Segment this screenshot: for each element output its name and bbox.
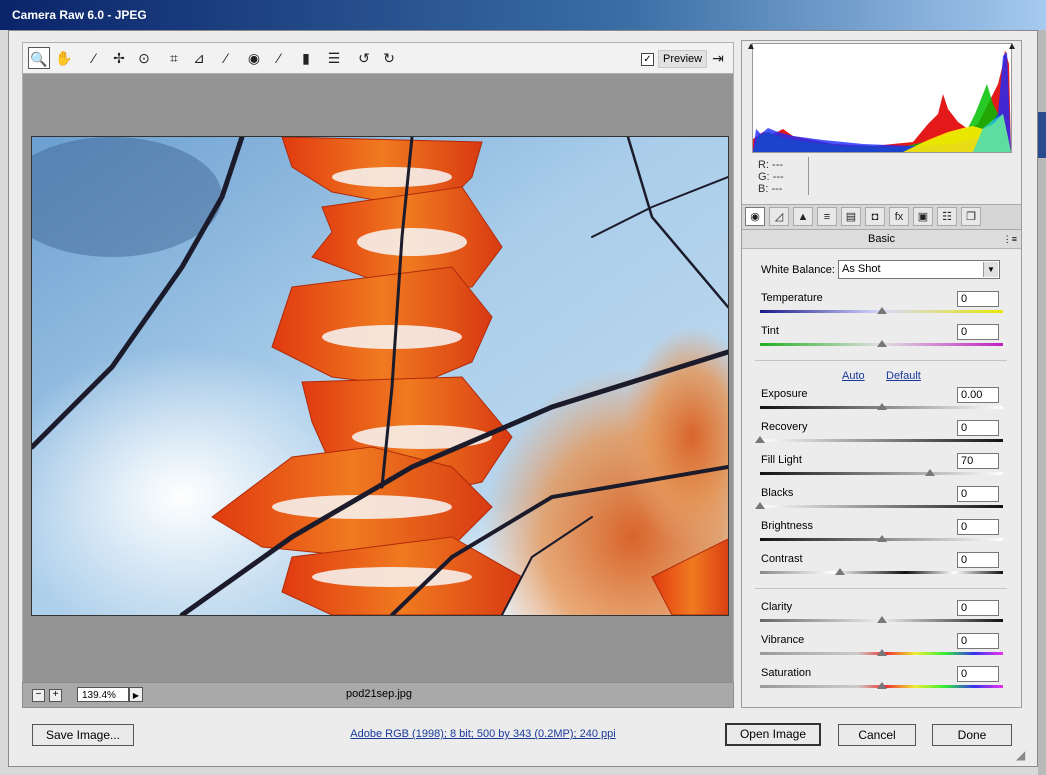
clarity-slider-thumb[interactable] xyxy=(876,616,887,623)
resize-grip-icon[interactable]: ◢ xyxy=(1016,748,1032,764)
targeted-adjustment-tool-icon[interactable]: ⊙ xyxy=(133,47,155,69)
saturation-value-field[interactable]: 0 xyxy=(957,666,999,682)
brightness-slider-thumb[interactable] xyxy=(876,535,887,542)
fill-light-slider[interactable] xyxy=(760,472,1003,475)
lens-corrections-tab-icon[interactable]: ◘ xyxy=(865,207,885,226)
white-balance-label: White Balance: xyxy=(761,264,835,276)
clarity-value-field[interactable]: 0 xyxy=(957,600,999,616)
panel-title-text: Basic xyxy=(868,233,895,245)
preview-label: Preview xyxy=(658,50,708,68)
tint-slider-thumb[interactable] xyxy=(876,340,887,347)
fill-light-label: Fill Light xyxy=(761,454,802,466)
color-sampler-tool-icon[interactable]: ✢ xyxy=(108,47,130,69)
contrast-slider-thumb[interactable] xyxy=(835,568,846,575)
presets-tab-icon[interactable]: ☷ xyxy=(937,207,957,226)
effects-tab-icon[interactable]: fx xyxy=(889,207,909,226)
blacks-slider[interactable] xyxy=(760,505,1003,508)
contrast-label: Contrast xyxy=(761,553,803,565)
save-image-button[interactable]: Save Image... xyxy=(32,724,134,746)
detail-tab-icon[interactable]: ▲ xyxy=(793,207,813,226)
vibrance-value-field[interactable]: 0 xyxy=(957,633,999,649)
window-title: Camera Raw 6.0 - JPEG xyxy=(12,8,147,22)
temperature-slider-thumb[interactable] xyxy=(876,307,887,314)
white-balance-value: As Shot xyxy=(842,263,881,275)
recovery-slider-thumb[interactable] xyxy=(755,436,765,443)
preview-image xyxy=(31,136,729,616)
graduated-filter-icon[interactable]: ▮ xyxy=(295,47,317,69)
tone-curve-tab-icon[interactable]: ◿ xyxy=(769,207,789,226)
temperature-label: Temperature xyxy=(761,292,823,304)
saturation-slider-thumb[interactable] xyxy=(876,682,887,689)
contrast-slider[interactable] xyxy=(760,571,1003,574)
preview-checkbox[interactable]: ✓ xyxy=(641,52,654,66)
camera-calibration-tab-icon[interactable]: ▣ xyxy=(913,207,933,226)
adjustment-brush-icon[interactable]: ⁄ xyxy=(268,47,290,69)
preview-toggle[interactable]: ✓ Preview xyxy=(641,50,708,68)
red-eye-removal-icon[interactable]: ◉ xyxy=(243,47,265,69)
toolbar: 🔍 ✋ ⁄ ✢ ⊙ ⌗ ⊿ ⁄ ◉ ⁄ ▮ ☰ ↺ ↻ ✓ Preview ⇥ xyxy=(22,42,734,74)
file-name: pod21sep.jpg xyxy=(345,688,413,700)
tint-value-field[interactable]: 0 xyxy=(957,324,999,340)
exposure-value-field[interactable]: 0.00 xyxy=(957,387,999,403)
blue-readout: B: --- xyxy=(758,183,783,195)
recovery-label: Recovery xyxy=(761,421,808,433)
image-preview-area[interactable] xyxy=(22,74,734,682)
open-image-button[interactable]: Open Image xyxy=(725,723,821,746)
brightness-value-field[interactable]: 0 xyxy=(957,519,999,535)
workflow-options-link[interactable]: Adobe RGB (1998); 8 bit; 500 by 343 (0.2… xyxy=(300,728,666,740)
green-readout: G: --- xyxy=(758,171,784,183)
panel-title: Basic ⋮≡ xyxy=(742,230,1021,249)
cancel-button[interactable]: Cancel xyxy=(838,724,916,746)
zoom-tool-icon[interactable]: 🔍 xyxy=(28,47,50,69)
split-toning-tab-icon[interactable]: ▤ xyxy=(841,207,861,226)
white-balance-tool-icon[interactable]: ⁄ xyxy=(83,47,105,69)
crop-tool-icon[interactable]: ⌗ xyxy=(163,47,185,69)
vibrance-label: Vibrance xyxy=(761,634,805,646)
red-readout: R: --- xyxy=(758,159,784,171)
recovery-value-field[interactable]: 0 xyxy=(957,420,999,436)
fill-light-value-field[interactable]: 70 xyxy=(957,453,999,469)
temperature-value-field[interactable]: 0 xyxy=(957,291,999,307)
exposure-label: Exposure xyxy=(761,388,808,400)
rgb-readout: R: --- G: --- B: --- xyxy=(758,159,784,195)
blacks-value-field[interactable]: 0 xyxy=(957,486,999,502)
done-button[interactable]: Done xyxy=(932,724,1012,746)
tint-label: Tint xyxy=(761,325,779,337)
hsl-tab-icon[interactable]: ≡ xyxy=(817,207,837,226)
clarity-label: Clarity xyxy=(761,601,793,613)
histogram xyxy=(752,43,1012,153)
saturation-label: Saturation xyxy=(761,667,812,679)
exposure-slider-thumb[interactable] xyxy=(876,403,887,410)
basic-tab-icon[interactable]: ◉ xyxy=(745,207,765,226)
hand-tool-icon[interactable]: ✋ xyxy=(53,47,75,69)
preferences-icon[interactable]: ☰ xyxy=(323,47,345,69)
panel-tabs: ◉ ◿ ▲ ≡ ▤ ◘ fx ▣ ☷ ❐ xyxy=(742,204,1021,230)
preview-status-bar: − + 139.4% ▶ pod21sep.jpg xyxy=(22,682,734,708)
recovery-slider[interactable] xyxy=(760,439,1003,442)
blacks-label: Blacks xyxy=(761,487,794,499)
background-window-edge xyxy=(1038,30,1046,775)
rotate-cw-icon[interactable]: ↻ xyxy=(378,47,400,69)
chevron-down-icon[interactable]: ▼ xyxy=(983,262,998,277)
highlight-clipping-warning-icon[interactable]: ▲ xyxy=(1005,41,1019,53)
default-link[interactable]: Default xyxy=(886,370,921,382)
straighten-tool-icon[interactable]: ⊿ xyxy=(188,47,210,69)
fill-light-slider-thumb[interactable] xyxy=(925,469,936,476)
panel-menu-icon[interactable]: ⋮≡ xyxy=(1003,230,1017,248)
snapshots-tab-icon[interactable]: ❐ xyxy=(961,207,981,226)
white-balance-select[interactable]: As Shot ▼ xyxy=(838,260,1000,279)
title-bar: Camera Raw 6.0 - JPEG xyxy=(0,0,1046,30)
vibrance-slider-thumb[interactable] xyxy=(876,649,887,656)
contrast-value-field[interactable]: 0 xyxy=(957,552,999,568)
brightness-label: Brightness xyxy=(761,520,813,532)
auto-link[interactable]: Auto xyxy=(842,370,865,382)
fullscreen-toggle-icon[interactable]: ⇥ xyxy=(707,47,729,69)
shadow-clipping-warning-icon[interactable]: ▲ xyxy=(744,41,758,53)
blacks-slider-thumb[interactable] xyxy=(755,502,765,509)
rotate-ccw-icon[interactable]: ↺ xyxy=(353,47,375,69)
spot-removal-tool-icon[interactable]: ⁄ xyxy=(215,47,237,69)
